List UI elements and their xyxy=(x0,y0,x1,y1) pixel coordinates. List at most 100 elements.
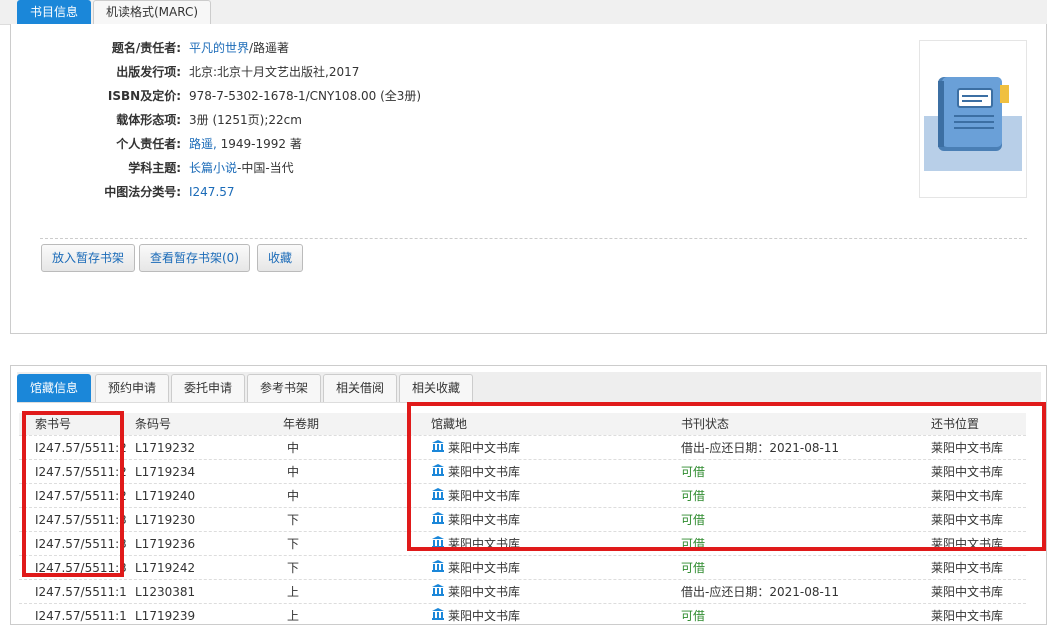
location-text: 莱阳中文书库 xyxy=(448,609,521,623)
return-location: 莱阳中文书库 xyxy=(931,465,1004,479)
call-number: I247.57/5511:2 xyxy=(35,441,127,455)
barcode: L1719236 xyxy=(135,537,196,551)
table-row: I247.57/5511:2 L1719240 中 莱阳中文书库 可借 莱阳中文书库 xyxy=(19,483,1026,508)
field-label: 中图法分类号: xyxy=(104,185,181,199)
col-status: 书刊状态 xyxy=(681,417,730,431)
call-number: I247.57/5511:2 xyxy=(35,465,127,479)
field-label: 载体形态项: xyxy=(116,113,181,127)
location-text: 莱阳中文书库 xyxy=(448,465,521,479)
volume: 上 xyxy=(287,585,300,599)
barcode: L1719230 xyxy=(135,513,196,527)
location: 莱阳中文书库 xyxy=(431,436,520,461)
library-building-icon xyxy=(431,557,445,581)
status: 借出-应还日期：2021-08-11 xyxy=(681,441,840,455)
tab-reference-shelf[interactable]: 参考书架 xyxy=(247,374,322,402)
field-value: 路遥, 1949-1992 著 xyxy=(189,134,302,154)
call-number: I247.57/5511:2 xyxy=(35,489,127,503)
barcode: L1719234 xyxy=(135,465,196,479)
tab-related-favorites[interactable]: 相关收藏 xyxy=(399,374,474,402)
tab-book-info[interactable]: 书目信息 xyxy=(17,0,92,24)
call-number: I247.57/5511:3 xyxy=(35,513,127,527)
divider xyxy=(40,238,1027,239)
col-volume: 年卷期 xyxy=(283,417,320,431)
barcode: L1719239 xyxy=(135,609,196,623)
field-label: 学科主题: xyxy=(128,161,181,175)
library-building-icon xyxy=(431,581,445,605)
book-cover xyxy=(919,40,1027,198)
status: 可借 xyxy=(681,561,706,575)
field-text: 1949-1992 著 xyxy=(216,137,302,151)
field-value: I247.57 xyxy=(189,182,235,202)
barcode: L1719232 xyxy=(135,441,196,455)
table-row: I247.57/5511:3 L1719236 下 莱阳中文书库 可借 莱阳中文书库 xyxy=(19,531,1026,556)
library-building-icon xyxy=(431,509,445,533)
location-text: 莱阳中文书库 xyxy=(448,513,521,527)
barcode: L1719240 xyxy=(135,489,196,503)
tab-related-borrow[interactable]: 相关借阅 xyxy=(323,374,398,402)
col-call-number: 索书号 xyxy=(35,417,72,431)
volume: 上 xyxy=(287,609,300,623)
return-location: 莱阳中文书库 xyxy=(931,489,1004,503)
field-value: 978-7-5302-1678-1/CNY108.00 (全3册) xyxy=(189,86,421,106)
status: 借出-应还日期：2021-08-11 xyxy=(681,585,840,599)
status: 可借 xyxy=(681,537,706,551)
field-value: 平凡的世界/路遥著 xyxy=(189,38,289,58)
table-row: I247.57/5511:3 L1719230 下 莱阳中文书库 可借 莱阳中文书库 xyxy=(19,507,1026,532)
location-text: 莱阳中文书库 xyxy=(448,585,521,599)
tab-marc[interactable]: 机读格式(MARC) xyxy=(93,0,212,24)
notebook-icon xyxy=(924,77,1022,171)
status: 可借 xyxy=(681,465,706,479)
location-text: 莱阳中文书库 xyxy=(448,537,521,551)
tab-reservation[interactable]: 预约申请 xyxy=(95,374,170,402)
location: 莱阳中文书库 xyxy=(431,580,520,605)
field-text: 3册 (1251页);22cm xyxy=(189,113,302,127)
location-text: 莱阳中文书库 xyxy=(448,441,521,455)
field-label: ISBN及定价: xyxy=(107,89,181,103)
return-location: 莱阳中文书库 xyxy=(931,513,1004,527)
col-return-location: 还书位置 xyxy=(931,417,980,431)
field-link[interactable]: 路遥, xyxy=(189,137,217,151)
holdings-tab-bar: 馆藏信息 预约申请 委托申请 参考书架 相关借阅 相关收藏 xyxy=(17,372,1041,403)
location-text: 莱阳中文书库 xyxy=(448,561,521,575)
library-building-icon xyxy=(431,461,445,485)
add-to-shelf-button[interactable]: 放入暂存书架 xyxy=(41,244,136,272)
barcode: L1230381 xyxy=(135,585,196,599)
volume: 中 xyxy=(287,441,300,455)
barcode: L1719242 xyxy=(135,561,196,575)
location: 莱阳中文书库 xyxy=(431,508,520,533)
volume: 下 xyxy=(287,537,300,551)
table-row: I247.57/5511:2 L1719234 中 莱阳中文书库 可借 莱阳中文书库 xyxy=(19,459,1026,484)
return-location: 莱阳中文书库 xyxy=(931,537,1004,551)
col-location: 馆藏地 xyxy=(431,417,468,431)
table-row: I247.57/5511:1 L1230381 上 莱阳中文书库 借出-应还日期：202… xyxy=(19,579,1026,604)
library-building-icon xyxy=(431,605,445,629)
tab-holdings[interactable]: 馆藏信息 xyxy=(17,374,92,402)
field-text: /路遥著 xyxy=(249,41,290,55)
view-shelf-button[interactable]: 查看暂存书架(0) xyxy=(139,244,250,272)
table-row: I247.57/5511:2 L1719232 中 莱阳中文书库 借出-应还日期：202… xyxy=(19,435,1026,460)
status: 可借 xyxy=(681,489,706,503)
field-text: -中国-当代 xyxy=(237,161,294,175)
field-value: 长篇小说-中国-当代 xyxy=(189,158,294,178)
field-link[interactable]: I247.57 xyxy=(189,185,235,199)
location: 莱阳中文书库 xyxy=(431,484,520,509)
call-number: I247.57/5511:3 xyxy=(35,537,127,551)
return-location: 莱阳中文书库 xyxy=(931,441,1004,455)
call-number: I247.57/5511:3 xyxy=(35,561,127,575)
location-text: 莱阳中文书库 xyxy=(448,489,521,503)
tab-entrust[interactable]: 委托申请 xyxy=(171,374,246,402)
favorite-button[interactable]: 收藏 xyxy=(257,244,304,272)
location: 莱阳中文书库 xyxy=(431,604,520,629)
field-label: 个人责任者: xyxy=(116,137,181,151)
library-building-icon xyxy=(431,485,445,509)
location: 莱阳中文书库 xyxy=(431,556,520,581)
field-label: 出版发行项: xyxy=(116,65,181,79)
volume: 中 xyxy=(287,489,300,503)
return-location: 莱阳中文书库 xyxy=(931,585,1004,599)
field-link[interactable]: 平凡的世界 xyxy=(189,41,249,55)
library-building-icon xyxy=(431,437,445,461)
table-row: I247.57/5511:1 L1719239 上 莱阳中文书库 可借 莱阳中文书库 xyxy=(19,603,1026,628)
volume: 下 xyxy=(287,513,300,527)
field-value: 3册 (1251页);22cm xyxy=(189,110,302,130)
field-link[interactable]: 长篇小说 xyxy=(189,161,237,175)
